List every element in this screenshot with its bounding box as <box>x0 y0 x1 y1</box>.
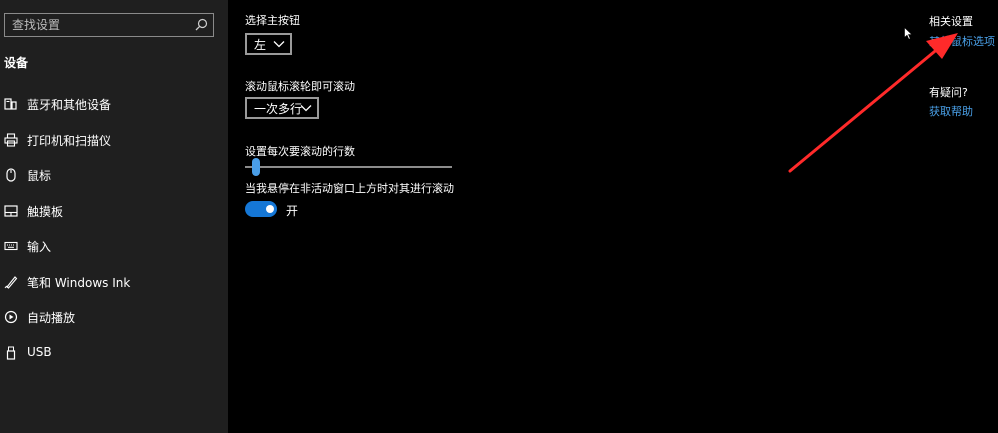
sidebar-item-printers[interactable]: 打印机和扫描仪 <box>0 125 228 155</box>
lines-slider-thumb[interactable] <box>252 158 260 176</box>
chevron-down-icon <box>300 105 312 112</box>
sidebar: 设备 蓝牙和其他设备 打印机和扫描仪 鼠标 <box>0 0 228 433</box>
inactive-scroll-toggle[interactable] <box>245 201 277 217</box>
sidebar-item-label: 触摸板 <box>27 205 64 219</box>
scroll-value: 一次多行 <box>254 101 303 116</box>
toggle-knob <box>266 205 274 213</box>
section-title: 设备 <box>4 56 29 70</box>
touchpad-icon <box>4 205 18 217</box>
mouse-icon <box>6 168 16 182</box>
bluetooth-devices-icon <box>4 98 17 110</box>
sidebar-item-typing[interactable]: 输入 <box>0 231 228 261</box>
sidebar-item-label: USB <box>27 345 52 359</box>
keyboard-icon <box>4 241 18 251</box>
primary-button-label: 选择主按钮 <box>245 14 300 27</box>
inactive-scroll-state: 开 <box>286 204 299 218</box>
lines-label: 设置每次要滚动的行数 <box>245 145 355 158</box>
sidebar-item-bluetooth[interactable]: 蓝牙和其他设备 <box>0 89 228 119</box>
settings-window: 设备 蓝牙和其他设备 打印机和扫描仪 鼠标 <box>0 0 998 433</box>
scroll-dropdown[interactable]: 一次多行 <box>245 97 319 119</box>
sidebar-item-label: 鼠标 <box>27 169 52 183</box>
sidebar-item-mouse[interactable]: 鼠标 <box>0 160 228 190</box>
sidebar-item-autoplay[interactable]: 自动播放 <box>0 302 228 332</box>
sidebar-item-label: 自动播放 <box>27 311 76 325</box>
scroll-label: 滚动鼠标滚轮即可滚动 <box>245 80 355 93</box>
autoplay-icon <box>4 310 18 324</box>
lines-slider-track[interactable] <box>245 166 452 168</box>
pen-icon <box>4 276 18 289</box>
primary-button-value: 左 <box>254 37 267 52</box>
sidebar-item-touchpad[interactable]: 触摸板 <box>0 196 228 226</box>
sidebar-item-label: 打印机和扫描仪 <box>27 134 112 148</box>
sidebar-item-usb[interactable]: USB <box>0 338 228 368</box>
sidebar-item-label: 输入 <box>27 240 52 254</box>
primary-button-dropdown[interactable]: 左 <box>245 33 292 55</box>
search-box[interactable] <box>4 13 214 37</box>
usb-icon <box>6 346 16 360</box>
sidebar-item-label: 笔和 Windows Ink <box>27 276 131 290</box>
printer-icon <box>4 133 18 147</box>
inactive-scroll-label: 当我悬停在非活动窗口上方时对其进行滚动 <box>245 182 454 195</box>
search-icon[interactable] <box>193 17 209 33</box>
chevron-down-icon <box>273 41 285 48</box>
search-input[interactable] <box>5 14 185 36</box>
sidebar-item-pen[interactable]: 笔和 Windows Ink <box>0 267 228 297</box>
sidebar-item-label: 蓝牙和其他设备 <box>27 98 112 112</box>
annotation-arrow-icon <box>788 33 958 173</box>
